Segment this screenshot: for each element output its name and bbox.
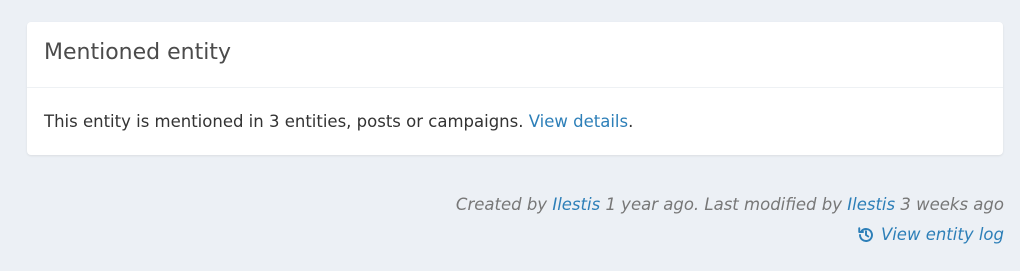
created-modified-line: Created by Ilestis 1 year ago. Last modi… (456, 190, 1004, 220)
created-prefix: Created by (455, 195, 548, 214)
modified-when: 3 weeks ago (900, 195, 1004, 214)
created-by-user-link[interactable]: Ilestis (552, 195, 600, 214)
history-icon (857, 226, 875, 244)
view-entity-log-link[interactable]: View entity log (456, 220, 1004, 250)
modified-by-user-link[interactable]: Ilestis (847, 195, 895, 214)
view-details-link[interactable]: View details (529, 112, 628, 131)
mentioned-entity-card: Mentioned entity This entity is mentione… (27, 22, 1003, 155)
view-entity-log-label[interactable]: View entity log (881, 220, 1004, 250)
entity-meta: Created by Ilestis 1 year ago. Last modi… (456, 190, 1004, 250)
mention-summary-suffix: . (628, 111, 634, 131)
created-when: 1 year ago. Last modified by (605, 195, 843, 214)
card-title: Mentioned entity (44, 40, 231, 65)
mention-summary-text: This entity is mentioned in 3 entities, … (44, 111, 524, 131)
card-body: This entity is mentioned in 3 entities, … (27, 88, 1003, 154)
card-header: Mentioned entity (27, 22, 1003, 88)
